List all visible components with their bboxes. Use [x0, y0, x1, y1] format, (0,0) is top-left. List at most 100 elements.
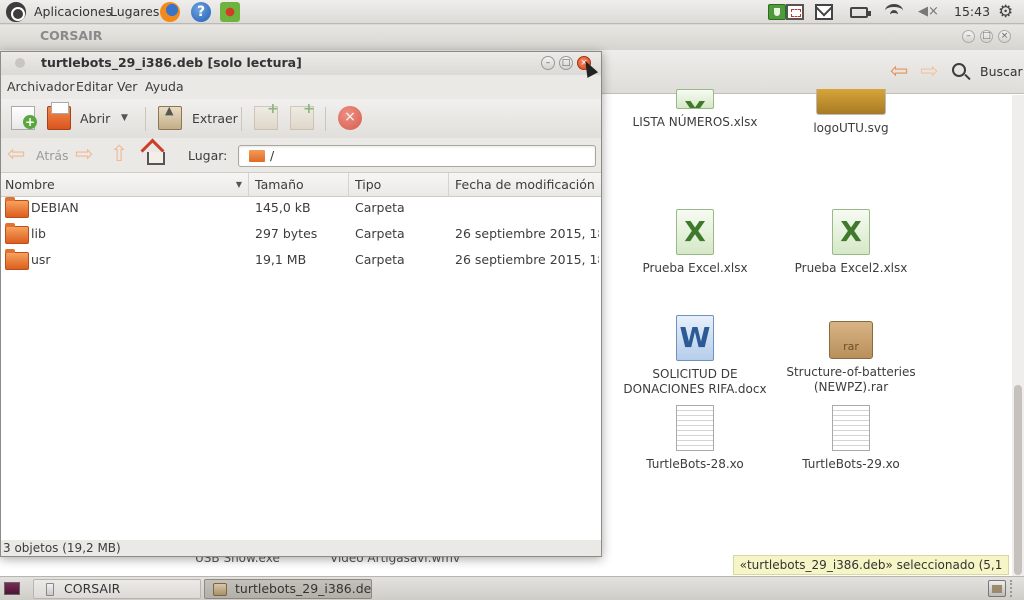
new-archive-icon[interactable] — [11, 106, 37, 130]
table-row[interactable]: lib 297 bytes Carpeta 26 septiembre 2015… — [1, 221, 601, 247]
maximize-button[interactable]: □ — [559, 56, 573, 70]
menu-help[interactable]: Ayuda — [145, 75, 184, 99]
mail-icon[interactable] — [815, 4, 833, 20]
location-field[interactable]: / — [238, 145, 596, 167]
minimize-button[interactable]: – — [541, 56, 555, 70]
word-icon: W — [676, 315, 714, 361]
file-item[interactable]: logoUTU.svg — [776, 89, 926, 136]
sound-muted-icon[interactable]: ◀× — [918, 4, 939, 20]
row-name: usr — [31, 252, 51, 267]
column-size[interactable]: Tamaño — [251, 173, 349, 197]
forward-arrow-icon[interactable]: ⇨ — [75, 144, 93, 166]
location-value: / — [270, 148, 275, 163]
applications-menu[interactable]: Aplicaciones — [34, 0, 112, 24]
extract-button-label[interactable]: Extraer — [192, 99, 238, 138]
file-item[interactable]: X Prueba Excel.xlsx — [620, 209, 770, 276]
table-row[interactable]: DEBIAN 145,0 kB Carpeta — [1, 195, 601, 221]
task-label: CORSAIR — [64, 581, 121, 596]
gear-icon[interactable]: ⚙ — [998, 4, 1016, 21]
back-arrow-icon[interactable]: ⇦ — [7, 144, 25, 166]
toolbar-separator — [325, 107, 326, 131]
minimize-button[interactable]: – — [962, 30, 975, 43]
add-folder-icon[interactable] — [290, 101, 315, 130]
column-size-label: Tamaño — [255, 177, 304, 192]
file-label: Structure-of-batteries (NEWPZ).rar — [786, 365, 916, 394]
open-button-label[interactable]: Abrir — [80, 99, 110, 138]
trash-icon[interactable] — [988, 580, 1006, 597]
file-manager-titlebar: CORSAIR – □ × — [0, 25, 1024, 50]
table-row[interactable]: usr 19,1 MB Carpeta 26 septiembre 2015, … — [1, 247, 601, 273]
column-type[interactable]: Tipo — [351, 173, 449, 197]
back-arrow-icon[interactable]: ⇦ — [890, 61, 908, 83]
row-size: 145,0 kB — [255, 200, 311, 215]
archive-manager-window: turtlebots_29_i386.deb [solo lectura] – … — [0, 51, 602, 557]
menu-bar: Archivador Editar Ver Ayuda — [1, 75, 601, 99]
archive-icon — [213, 583, 227, 596]
row-type: Carpeta — [355, 226, 405, 241]
extract-icon[interactable] — [158, 104, 182, 130]
row-type: Carpeta — [355, 252, 405, 267]
menu-archive[interactable]: Archivador — [7, 75, 74, 99]
archive-title: turtlebots_29_i386.deb [solo lectura] — [41, 55, 302, 70]
column-modified-label: Fecha de modificación — [455, 177, 595, 192]
battery-icon[interactable] — [850, 7, 871, 18]
file-label: Prueba Excel.xlsx — [642, 261, 748, 275]
column-header: Nombre ▼ Tamaño Tipo Fecha de modificaci… — [1, 173, 601, 197]
launcher-app-icon[interactable] — [220, 2, 240, 22]
image-icon — [816, 89, 886, 115]
window-menu-icon[interactable] — [15, 58, 25, 68]
help-icon[interactable]: ? — [191, 2, 211, 22]
file-item[interactable]: TurtleBots-28.xo — [620, 405, 770, 472]
archive-titlebar[interactable]: turtlebots_29_i386.deb [solo lectura] – … — [1, 52, 601, 75]
column-name[interactable]: Nombre ▼ — [1, 173, 249, 197]
row-size: 297 bytes — [255, 226, 318, 241]
column-type-label: Tipo — [355, 177, 382, 192]
open-icon[interactable] — [47, 102, 71, 130]
file-item[interactable]: X LISTA NÚMEROS.xlsx — [620, 89, 770, 130]
search-icon[interactable] — [952, 63, 966, 77]
up-arrow-icon[interactable]: ⇧ — [110, 144, 128, 166]
file-item[interactable]: W SOLICITUD DE DONACIONES RIFA.docx — [620, 315, 770, 397]
search-button-label[interactable]: Buscar — [980, 64, 1023, 79]
home-icon[interactable] — [143, 146, 165, 165]
task-archive[interactable]: turtlebots_29_i386.de... — [204, 579, 372, 599]
row-modified: 26 septiembre 2015, 18:... — [455, 252, 599, 267]
add-files-icon[interactable] — [254, 101, 279, 130]
folder-icon — [5, 197, 29, 218]
file-item[interactable]: rar Structure-of-batteries (NEWPZ).rar — [776, 315, 926, 395]
wifi-icon[interactable] — [885, 4, 903, 18]
row-modified: 26 septiembre 2015, 18:... — [455, 226, 599, 241]
fullscreen-indicator-icon[interactable] — [786, 4, 804, 20]
menu-edit[interactable]: Editar — [76, 75, 113, 99]
forward-arrow-icon[interactable]: ⇨ — [920, 61, 938, 83]
location-label: Lugar: — [188, 148, 228, 163]
file-label: SOLICITUD DE DONACIONES RIFA.docx — [623, 367, 767, 396]
task-corsair[interactable]: CORSAIR — [33, 579, 201, 599]
places-menu[interactable]: Lugares — [110, 0, 159, 24]
scrollbar-thumb[interactable] — [1014, 385, 1022, 575]
chevron-down-icon[interactable]: ▼ — [121, 99, 128, 138]
toolbar-separator — [145, 107, 146, 131]
close-button[interactable]: × — [998, 30, 1011, 43]
archive-status: 3 objetos (19,2 MB) — [1, 540, 601, 556]
update-shield-icon[interactable] — [768, 4, 786, 20]
row-type: Carpeta — [355, 200, 405, 215]
excel-icon: X — [832, 209, 870, 255]
show-desktop-icon[interactable] — [4, 582, 20, 595]
firefox-icon[interactable] — [160, 2, 180, 22]
menu-view[interactable]: Ver — [117, 75, 137, 99]
file-item[interactable]: TurtleBots-29.xo — [776, 405, 926, 472]
folder-icon — [5, 223, 29, 244]
maximize-button[interactable]: □ — [980, 30, 993, 43]
ubuntu-logo-icon[interactable] — [6, 2, 26, 22]
excel-icon: X — [676, 209, 714, 255]
top-panel: Aplicaciones Lugares ? ◀× 15:43 ⚙ — [0, 0, 1024, 24]
rar-icon: rar — [829, 321, 873, 359]
file-item[interactable]: X Prueba Excel2.xlsx — [776, 209, 926, 276]
clock[interactable]: 15:43 — [954, 0, 990, 24]
column-modified[interactable]: Fecha de modificación — [451, 173, 601, 197]
sort-down-icon: ▼ — [235, 180, 242, 189]
stop-icon[interactable]: × — [338, 106, 362, 130]
back-button-label[interactable]: Atrás — [36, 138, 69, 173]
folder-icon — [5, 249, 29, 270]
